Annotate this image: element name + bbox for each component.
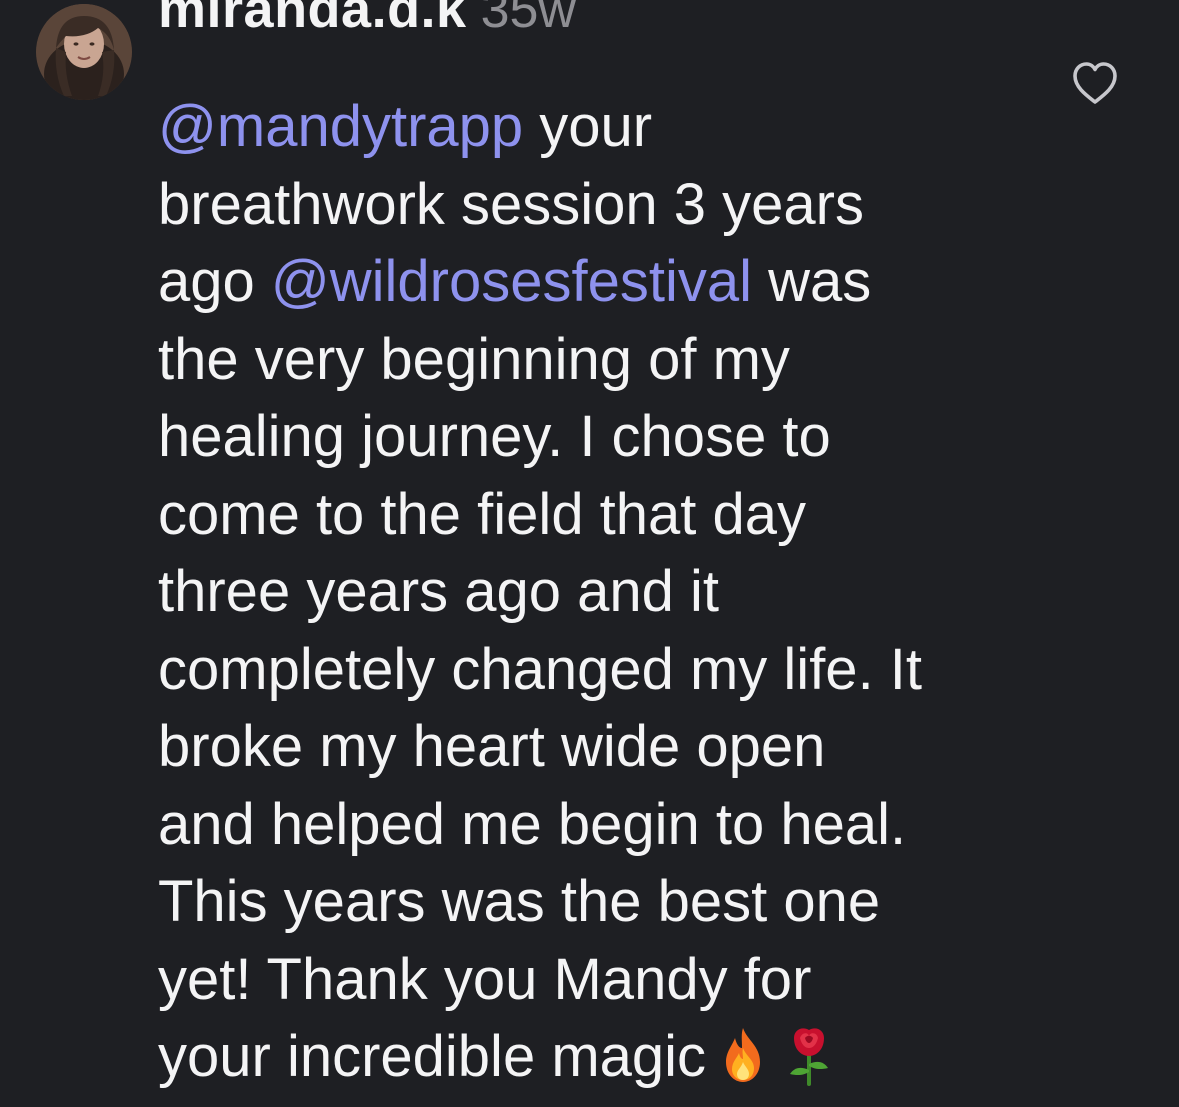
comment-line: yet! Thank you Mandy for <box>158 941 1048 1019</box>
comment-text-segment: your incredible magic <box>158 1024 707 1089</box>
comment-text-segment: broke my heart wide open <box>158 714 826 779</box>
comment-line: broke my heart wide open <box>158 708 1048 786</box>
comment-line: the very beginning of my <box>158 321 1048 399</box>
comment-text-segment: healing journey. I chose to <box>158 404 831 469</box>
comment-text: @mandytrapp your breathwork session 3 yea… <box>158 88 1048 1096</box>
comment-line: @mandytrapp your <box>158 88 1048 166</box>
comment-line: This years was the best one <box>158 863 1048 941</box>
comment-line: ago @wildrosesfestival was <box>158 243 1048 321</box>
comment-text-segment: completely changed my life. It <box>158 636 923 702</box>
comment-text-segment: three years ago and it <box>158 559 720 624</box>
comment-text-segment: ago <box>158 249 271 314</box>
rose-emoji-icon <box>780 1024 838 1086</box>
comment-line: breathwork session 3 years <box>158 166 1048 244</box>
comment-line: healing journey. I chose to <box>158 398 1048 476</box>
comment-line: and helped me begin to heal. <box>158 786 1048 864</box>
comment-text-segment: come to the field that day <box>158 481 807 547</box>
comment-line: come to the field that day <box>158 476 1048 554</box>
comment-line: completely changed my life. It <box>158 631 1048 709</box>
like-button[interactable] <box>1070 60 1120 106</box>
mention-link[interactable]: @wildrosesfestival <box>271 249 752 314</box>
mention-link[interactable]: @mandytrapp <box>158 94 523 159</box>
comment-line: your incredible magic <box>158 1018 1048 1096</box>
comment-text-segment: your <box>523 94 653 159</box>
fire-emoji-icon <box>714 1024 772 1086</box>
comment-text-segment: was <box>752 249 872 314</box>
comment-text-segment: This years was the best one <box>158 869 881 934</box>
comment-text-segment: the very beginning of my <box>158 326 790 392</box>
heart-outline-icon <box>1073 62 1117 104</box>
username-link[interactable]: miranda.d.k <box>158 0 467 40</box>
comment-item: miranda.d.k 35w @mandytrapp your breathwo… <box>0 0 1179 1107</box>
comment-text-segment: and helped me begin to heal. <box>158 791 907 857</box>
user-avatar[interactable] <box>36 4 132 100</box>
comment-text-segment: breathwork session 3 years <box>158 171 864 237</box>
comment-timestamp: 35w <box>480 0 576 39</box>
comment-text-segment: yet! Thank you Mandy for <box>158 946 812 1012</box>
comment-line: three years ago and it <box>158 553 1048 631</box>
avatar-image <box>36 4 132 100</box>
comment-header: miranda.d.k 35w <box>158 0 576 58</box>
